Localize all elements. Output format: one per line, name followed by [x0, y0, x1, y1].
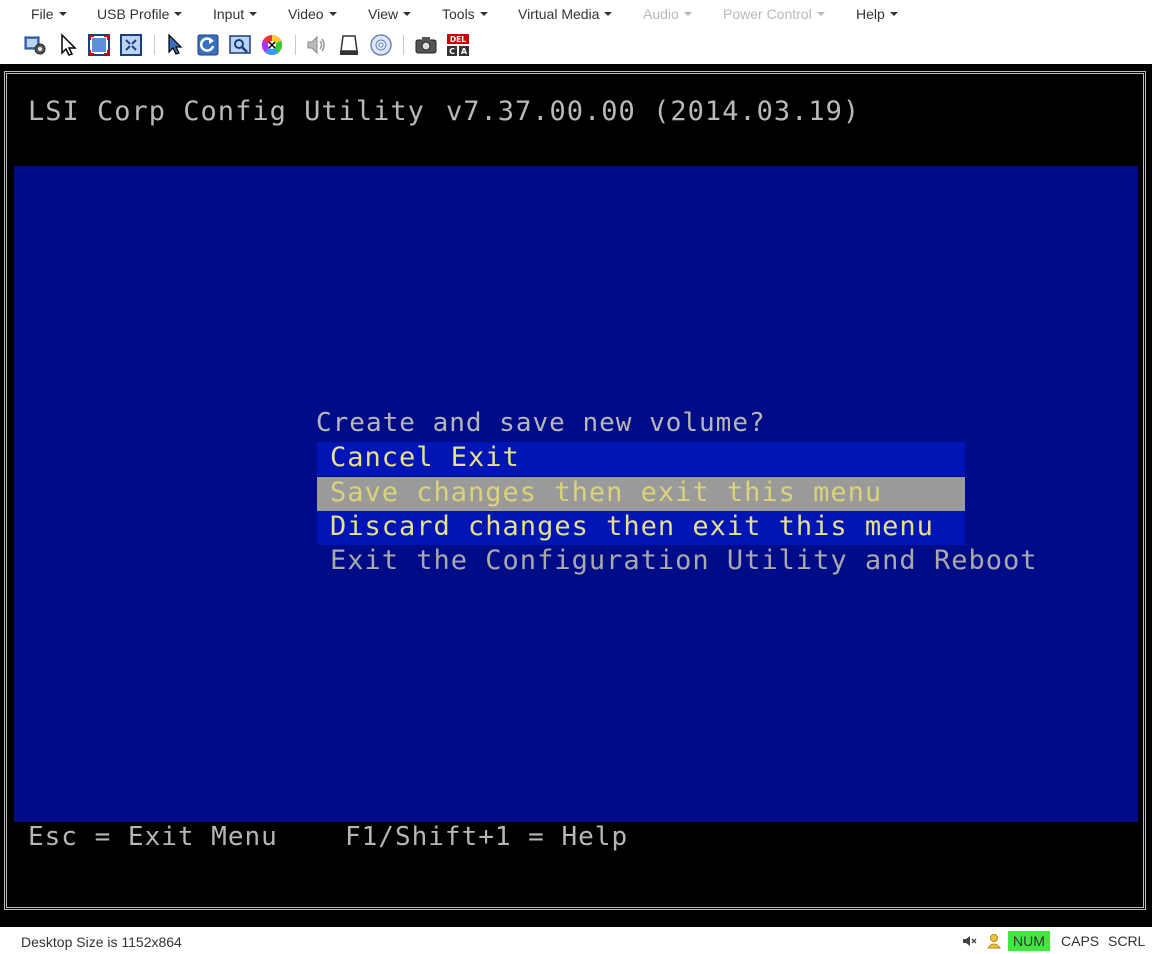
caret-down-icon — [403, 12, 412, 17]
menu-input-label: Input — [213, 6, 245, 22]
caps-lock-indicator: CAPS — [1061, 933, 1100, 949]
user-icon[interactable] — [986, 933, 1002, 949]
menu-view[interactable]: View — [368, 6, 412, 22]
bios-title: LSI Corp Config Utility — [28, 96, 425, 127]
caret-down-icon — [889, 12, 898, 17]
fullscreen-icon[interactable] — [87, 33, 111, 57]
option-cancel-exit-label: Cancel Exit — [330, 442, 520, 473]
menu-input[interactable]: Input — [213, 6, 258, 22]
ctrl-alt-del-icon[interactable]: DEL C A — [446, 33, 470, 57]
refresh-icon[interactable] — [196, 33, 220, 57]
toolbar-separator — [295, 35, 296, 55]
ctrl-alt-del-label-right: A — [461, 47, 468, 56]
pointer-icon[interactable] — [56, 33, 80, 57]
caret-down-icon — [479, 12, 488, 17]
camera-icon[interactable] — [414, 33, 438, 57]
toolbar-separator — [154, 35, 155, 55]
menu-file[interactable]: File — [31, 6, 67, 22]
menu-usb-profile[interactable]: USB Profile — [97, 6, 183, 22]
settings-icon[interactable] — [23, 33, 47, 57]
scroll-lock-indicator: SCRL — [1108, 933, 1146, 949]
menu-power-control-label: Power Control — [723, 6, 812, 22]
option-exit-reboot-label: Exit the Configuration Utility and Reboo… — [330, 545, 1038, 576]
toolbar-separator — [403, 35, 404, 55]
caret-down-icon — [328, 12, 337, 17]
menu-bar: File USB Profile Input Video View Tools … — [0, 0, 1152, 29]
num-lock-indicator: NUM — [1008, 931, 1050, 951]
mute-icon[interactable] — [961, 933, 977, 949]
zoom-icon[interactable] — [228, 33, 252, 57]
menu-audio-label: Audio — [643, 6, 679, 22]
menu-view-label: View — [368, 6, 399, 22]
caret-down-icon — [174, 12, 183, 17]
menu-usb-profile-label: USB Profile — [97, 6, 170, 22]
menu-power-control: Power Control — [723, 6, 825, 22]
toolbar: DEL C A — [0, 28, 1152, 64]
cd-disc-icon[interactable] — [369, 33, 393, 57]
color-wheel-icon[interactable] — [260, 33, 284, 57]
status-bar: Desktop Size is 1152x864 NUM CAPS SCRL — [0, 927, 1152, 954]
caret-down-icon — [58, 12, 67, 17]
caret-down-icon — [249, 12, 258, 17]
footer-help-hint: F1/Shift+1 = Help — [345, 822, 629, 852]
caret-down-icon — [683, 12, 692, 17]
menu-virtual-media-label: Virtual Media — [518, 6, 600, 22]
dialog-prompt: Create and save new volume? — [316, 408, 766, 438]
option-discard-changes-label: Discard changes then exit this menu — [330, 511, 934, 542]
usb-drive-icon[interactable] — [337, 33, 361, 57]
dual-pointer-icon[interactable] — [164, 33, 188, 57]
caret-down-icon — [816, 12, 825, 17]
bios-version: v7.37.00.00 (2014.03.19) — [446, 96, 861, 127]
menu-audio: Audio — [643, 6, 692, 22]
option-save-changes-label: Save changes then exit this menu — [330, 477, 883, 508]
footer-esc-hint: Esc = Exit Menu — [28, 822, 278, 852]
ctrl-alt-del-label-top: DEL — [450, 35, 466, 44]
menu-video-label: Video — [288, 6, 324, 22]
speaker-icon[interactable] — [305, 33, 329, 57]
menu-tools-label: Tools — [442, 6, 475, 22]
menu-video[interactable]: Video — [288, 6, 337, 22]
menu-help[interactable]: Help — [856, 6, 898, 22]
menu-virtual-media[interactable]: Virtual Media — [518, 6, 613, 22]
menu-file-label: File — [31, 6, 54, 22]
desktop-size-text: Desktop Size is 1152x864 — [21, 934, 182, 950]
menu-help-label: Help — [856, 6, 885, 22]
caret-down-icon — [604, 12, 613, 17]
fit-window-icon[interactable] — [119, 33, 143, 57]
menu-tools[interactable]: Tools — [442, 6, 488, 22]
ctrl-alt-del-label-left: C — [449, 47, 455, 56]
